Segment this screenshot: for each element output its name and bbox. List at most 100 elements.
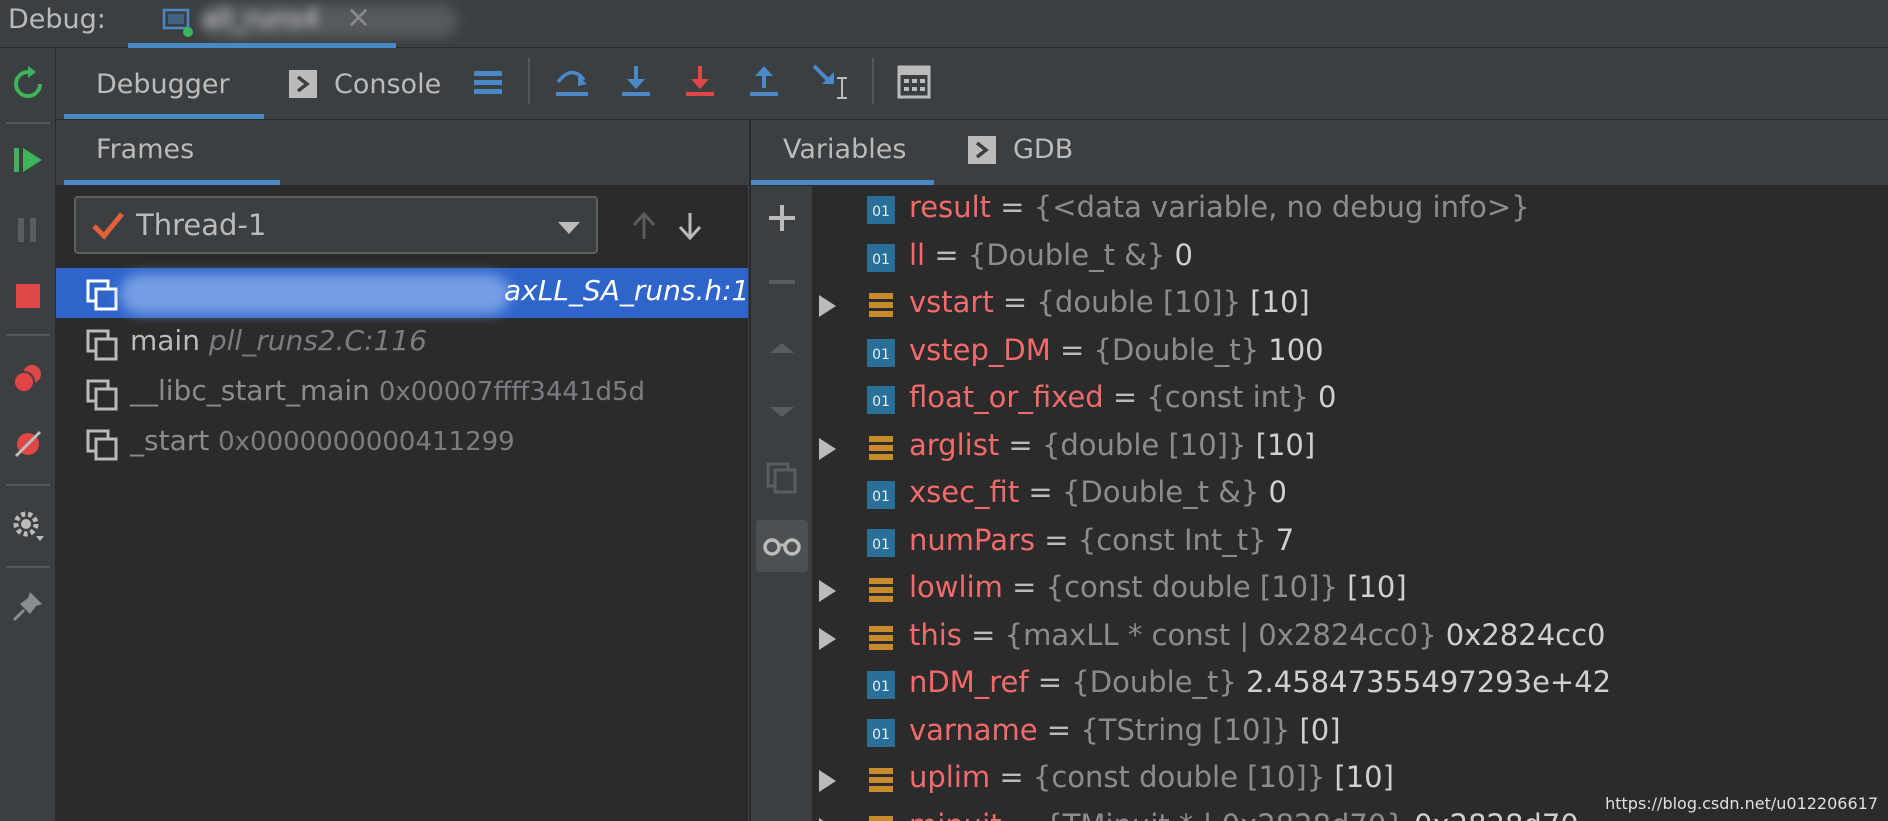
variable-text: xsec_fit = {Double_t &} 0 [909,475,1287,509]
variable-row[interactable]: 01 ll = {Double_t &} 0 [813,234,1888,281]
expand-triangle-icon[interactable] [819,627,836,650]
minus-icon [769,280,795,284]
svg-text:01: 01 [872,252,890,268]
gear-icon [13,511,44,541]
stop-button[interactable] [8,276,48,316]
triangle-up-icon [770,343,794,353]
frame-icon [86,379,118,411]
frame-icon [86,279,118,311]
svg-text:01: 01 [872,394,890,410]
view-breakpoints-button[interactable] [8,358,48,398]
step-out-icon [750,66,778,96]
tab-console[interactable]: Console [288,48,441,120]
tab-debugger[interactable]: Debugger [96,48,230,120]
move-down-button[interactable] [760,390,804,434]
frames-header: Frames [56,120,750,186]
run-to-cursor-button[interactable] [808,60,852,104]
console-icon [968,135,996,164]
tab-variables-label: Variables [783,134,907,165]
tab-variables[interactable]: Variables [783,134,906,165]
step-over-button[interactable] [550,60,594,104]
variable-row[interactable]: this = {maxLL * const | 0x2824cc0} 0x282… [813,614,1888,661]
frames-title[interactable]: Frames [96,134,194,165]
frame-location: axLL_SA_runs.h:12 [504,274,768,307]
frame-row-selected[interactable]: axLL_SA_runs.h:12 [56,268,767,318]
settings-button[interactable] [8,506,48,546]
expand-triangle-icon[interactable] [819,295,836,317]
frame-text: __libc_start_main 0x00007ffff3441d5d [130,374,645,407]
arrow-down-icon [678,213,702,241]
thread-dropdown-value: Thread-1 [136,208,267,242]
frames-tab-underline [64,180,280,185]
expand-triangle-icon[interactable] [819,580,836,602]
scalar-icon: 01 [867,196,895,224]
close-session-icon[interactable]: × [346,0,371,35]
svg-text:01: 01 [872,537,890,553]
scalar-icon: 01 [867,671,895,699]
mute-breakpoints-button[interactable] [8,424,48,464]
frame-icon [86,329,118,361]
copy-button[interactable] [760,456,804,500]
variable-row[interactable]: 01 result = {<data variable, no debug inf… [813,186,1888,233]
move-up-button[interactable] [760,326,804,370]
toolbar-separator [6,122,50,124]
expand-triangle-icon[interactable] [819,770,836,792]
thread-dropdown[interactable]: Thread-1 [74,196,598,254]
variable-text: vstart = {double [10]} [10] [909,285,1310,319]
debugger-toolbar: Debugger Console [56,48,1888,120]
variable-row[interactable]: 01 varname = {TString [10]} [0] [813,709,1888,756]
next-frame-button[interactable] [670,206,710,246]
svg-text:01: 01 [872,489,890,505]
pin-icon [12,592,42,622]
pin-tab-button[interactable] [8,586,48,626]
check-icon [90,208,126,248]
toolbar-separator [6,566,50,568]
session-tab[interactable]: all_runs4 × [128,0,458,48]
variable-text: float_or_fixed = {const int} 0 [909,380,1337,414]
chevron-down-icon [558,222,580,234]
toolbar-separator [6,334,50,336]
step-into-button[interactable] [614,60,658,104]
layout-button[interactable] [466,60,510,104]
rerun-button[interactable] [8,64,48,104]
variable-row[interactable]: vstart = {double [10]} [10] [813,281,1888,328]
frame-row[interactable]: main pll_runs2.C:116 [56,318,750,368]
previous-frame-button[interactable] [624,206,664,246]
expand-triangle-icon[interactable] [819,437,836,460]
calculator-icon [897,65,931,99]
variable-row[interactable]: arglist = {double [10]} [10] [813,424,1888,471]
variables-tree: 01 result = {<data variable, no debug inf… [813,186,1888,821]
variable-text: vstep_DM = {Double_t} 100 [909,332,1324,367]
tab-gdb-label: GDB [1013,134,1074,165]
add-watch-button[interactable] [760,196,804,240]
debug-side-toolbar [0,48,56,821]
variable-row[interactable]: 01 xsec_fit = {Double_t &} 0 [813,471,1888,518]
scalar-icon: 01 [867,338,895,367]
mute-breakpoints-icon [14,430,42,458]
evaluate-expression-button[interactable] [892,60,936,104]
resume-button[interactable] [8,140,48,180]
variable-text: arglist = {double [10]} [10] [909,427,1316,462]
variable-row[interactable]: 01 float_or_fixed = {const int} 0 [813,376,1888,423]
array-icon [869,293,893,317]
variables-tab-underline [751,180,934,185]
pause-button[interactable] [8,210,48,250]
triangle-down-icon [770,407,794,417]
glasses-icon [763,538,801,556]
expand-triangle-icon[interactable] [819,817,836,821]
variable-row[interactable]: lowlim = {const double [10]} [10] [813,566,1888,613]
force-step-into-button[interactable] [678,60,722,104]
variable-row[interactable]: 01 nDM_ref = {Double_t} 2.45847355497293e… [813,661,1888,708]
frame-row[interactable]: _start 0x0000000000411299 [56,418,750,468]
frame-row[interactable]: __libc_start_main 0x00007ffff3441d5d [56,368,750,418]
step-out-button[interactable] [742,60,786,104]
show-watches-toggle[interactable] [756,520,808,572]
tab-console-label: Console [334,68,442,100]
variable-row[interactable]: 01 vstep_DM = {Double_t} 100 [813,329,1888,376]
remove-watch-button[interactable] [760,260,804,304]
session-name: all_runs4 [202,4,320,34]
tab-gdb[interactable]: GDB [967,134,1073,165]
variable-row[interactable]: 01 numPars = {const Int_t} 7 [813,519,1888,566]
debug-header: Debug: all_runs4 × [0,0,1888,48]
toolbar-separator [872,58,874,104]
